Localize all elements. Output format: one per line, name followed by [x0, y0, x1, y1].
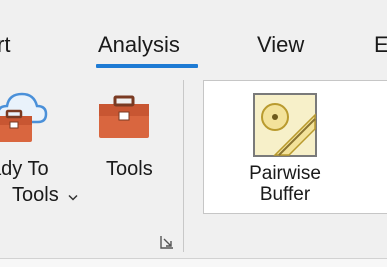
cloud-toolbox-icon [0, 92, 48, 142]
dialog-launcher-icon[interactable] [160, 235, 174, 249]
active-tab-indicator [96, 64, 198, 68]
ready-to-use-label-line2: Tools [12, 184, 59, 206]
pairwise-buffer-label-line2: Buffer [259, 184, 311, 205]
tab-analysis[interactable]: Analysis [98, 32, 180, 58]
ribbon-bottom-area [0, 259, 387, 267]
pairwise-buffer-icon [253, 93, 317, 157]
geoprocessing-group: ady To Tools Tools [0, 76, 190, 256]
tab-partial-left[interactable]: rt [0, 32, 10, 58]
tool-gallery: Pairwise Buffer [203, 80, 387, 214]
tools-button[interactable]: Tools [92, 82, 172, 212]
chevron-down-icon [68, 194, 78, 201]
toolbox-icon [99, 95, 149, 138]
ribbon-tab-bar: rt Analysis View E [0, 0, 387, 76]
pairwise-buffer-label-line1: Pairwise [249, 163, 321, 184]
group-separator [183, 80, 184, 252]
ready-to-use-label-line1: ady To [0, 158, 49, 180]
tab-partial-right[interactable]: E [374, 32, 387, 58]
ribbon: rt Analysis View E ady To Tools [0, 0, 387, 267]
tab-view[interactable]: View [257, 32, 304, 58]
pairwise-buffer-button[interactable]: Pairwise Buffer [240, 89, 330, 209]
tools-label: Tools [106, 158, 153, 180]
ready-to-use-tools-button[interactable]: ady To Tools [0, 82, 90, 212]
